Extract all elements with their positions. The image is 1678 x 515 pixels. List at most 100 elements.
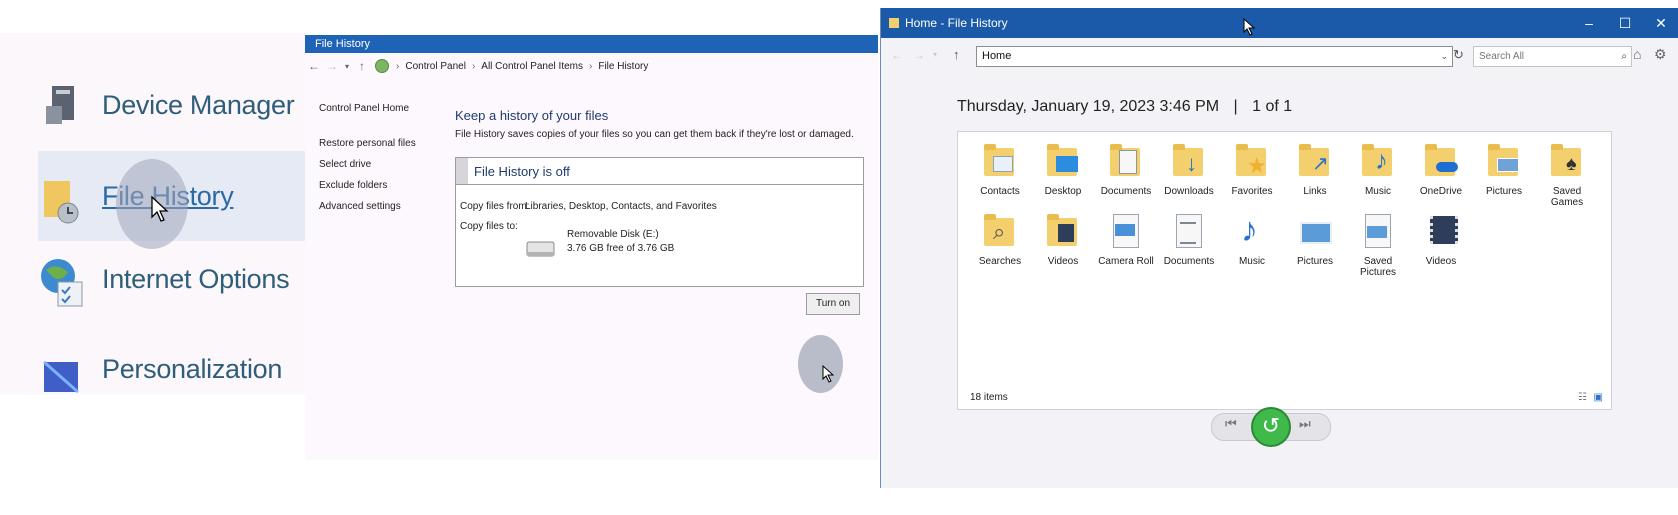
address-field[interactable]: Home ⌄ (976, 46, 1453, 67)
back-arrow-icon[interactable]: ← (305, 59, 323, 73)
select-drive-link[interactable]: Select drive (319, 159, 416, 170)
maximize-icon[interactable]: ☐ (1607, 8, 1643, 38)
restore-button[interactable]: ↺ (1251, 407, 1291, 447)
next-version-icon[interactable]: ⏭ (1299, 416, 1311, 432)
control-panel-zoomed-list: Device Manager File History Internet Opt… (0, 33, 305, 395)
mouse-cursor-icon (1243, 18, 1256, 36)
library-item-documents[interactable]: Documents (1159, 212, 1219, 267)
drive-free-space: 3.76 GB free of 3.76 GB (567, 243, 675, 254)
status-indicator (456, 158, 468, 184)
internet-options-item[interactable]: Internet Options (38, 245, 305, 313)
device-manager-item[interactable]: Device Manager (38, 71, 305, 139)
window-title: File History (315, 38, 371, 50)
home-icon[interactable]: ⌂ (1633, 46, 1641, 62)
item-count: 18 items (970, 392, 1008, 403)
window-title-bar[interactable]: File History (305, 35, 878, 53)
file-history-icon (38, 171, 88, 224)
links-folder-icon: ↗ (1296, 142, 1334, 180)
status-text: File History is off (474, 163, 570, 179)
folder-item-onedrive[interactable]: OneDrive (1411, 142, 1471, 197)
back-arrow-icon[interactable]: ← (891, 48, 903, 62)
refresh-icon[interactable]: ↻ (1453, 47, 1464, 63)
forward-arrow-icon[interactable]: → (913, 48, 925, 62)
library-item-saved-pictures[interactable]: Saved Pictures (1348, 212, 1408, 278)
internet-options-icon (38, 254, 88, 307)
videos-folder-icon (1044, 212, 1082, 250)
personalization-item[interactable]: Personalization (38, 335, 305, 395)
window-title-bar[interactable]: Home - File History – ☐ ✕ (881, 8, 1678, 38)
folder-item-favorites[interactable]: ★ Favorites (1222, 142, 1282, 197)
personalization-icon (38, 344, 88, 394)
downloads-folder-icon: ↓ (1170, 142, 1208, 180)
file-history-item[interactable]: File History (38, 151, 305, 249)
library-item-camera-roll[interactable]: Camera Roll (1096, 212, 1156, 267)
folder-label: Contacts (980, 186, 1020, 197)
breadcrumb-file-history[interactable]: File History (598, 61, 648, 72)
file-history-control-panel-window: File History ← → ▾ ↑ › Control Panel › A… (305, 35, 878, 460)
library-item-music[interactable]: ♪ Music (1222, 212, 1282, 267)
folder-item-contacts[interactable]: Contacts (970, 142, 1030, 197)
minimize-icon[interactable]: – (1571, 8, 1607, 38)
window-title: Home - File History (905, 16, 1008, 30)
left-navigation: Control Panel Home Restore personal file… (319, 103, 416, 222)
up-arrow-icon[interactable]: ↑ (953, 47, 960, 62)
file-history-status-box: File History is off Copy files from: Lib… (455, 157, 864, 287)
search-icon[interactable]: ⌕ (1621, 47, 1627, 66)
mouse-cursor-icon (151, 195, 169, 222)
folder-label: Videos (1425, 256, 1457, 267)
backup-contents-pane: Contacts Desktop Documents ↓ Downloads ★… (957, 131, 1612, 410)
up-arrow-icon[interactable]: ↑ (353, 59, 371, 73)
gear-icon[interactable]: ⚙ (1654, 46, 1667, 63)
music-library-icon: ♪ (1241, 211, 1258, 249)
folder-item-pictures[interactable]: Pictures (1474, 142, 1534, 197)
folder-item-searches[interactable]: ⌕ Searches (970, 212, 1030, 267)
recent-dropdown-icon[interactable]: ▾ (341, 62, 353, 71)
restore-personal-files-link[interactable]: Restore personal files (319, 138, 416, 149)
searches-folder-icon: ⌕ (981, 212, 1019, 250)
close-icon[interactable]: ✕ (1643, 8, 1678, 38)
folder-item-links[interactable]: ↗ Links (1285, 142, 1345, 197)
folder-item-desktop[interactable]: Desktop (1033, 142, 1093, 197)
folder-item-music[interactable]: ♪ Music (1348, 142, 1408, 197)
copy-to-label: Copy files to: (460, 221, 518, 232)
pictures-folder-icon (1485, 142, 1523, 180)
folder-label: Camera Roll (1098, 256, 1154, 267)
copy-from-value: Libraries, Desktop, Contacts, and Favori… (525, 201, 717, 212)
turn-on-button[interactable]: Turn on (806, 293, 860, 315)
folder-label: Downloads (1164, 186, 1214, 197)
library-item-videos[interactable]: Videos (1411, 212, 1471, 267)
previous-version-icon[interactable]: ⏮ (1225, 416, 1237, 432)
large-icons-view-icon[interactable]: ▣ (1594, 392, 1603, 403)
page-description: File History saves copies of your files … (455, 129, 854, 140)
mouse-cursor-icon (822, 365, 835, 383)
folder-label: Saved Games (1550, 186, 1584, 208)
folder-label: Links (1303, 186, 1327, 197)
search-input[interactable]: Search All ⌕ (1473, 46, 1632, 67)
file-history-app-icon (889, 18, 899, 28)
file-history-window: Home - File History – ☐ ✕ ← → ▾ ↑ Home ⌄… (880, 8, 1678, 488)
main-content: Keep a history of your files File Histor… (455, 108, 878, 140)
exclude-folders-link[interactable]: Exclude folders (319, 180, 416, 191)
folder-item-documents[interactable]: Documents (1096, 142, 1156, 197)
folder-label: Desktop (1044, 186, 1082, 197)
control-panel-home-link[interactable]: Control Panel Home (319, 103, 416, 114)
chevron-down-icon[interactable]: ⌄ (1440, 47, 1448, 66)
saved-games-folder-icon: ♠ (1548, 142, 1586, 180)
page-heading: Keep a history of your files (455, 108, 609, 123)
folder-item-downloads[interactable]: ↓ Downloads (1159, 142, 1219, 197)
folder-item-videos[interactable]: Videos (1033, 212, 1093, 267)
drive-name: Removable Disk (E:) (567, 229, 659, 240)
saved-pictures-library-icon (1359, 212, 1397, 250)
address-text: Home (982, 50, 1012, 62)
library-item-pictures[interactable]: Pictures (1285, 212, 1345, 267)
breadcrumb-control-panel[interactable]: Control Panel (405, 61, 466, 72)
recent-dropdown-icon[interactable]: ▾ (933, 50, 937, 59)
advanced-settings-link[interactable]: Advanced settings (319, 201, 416, 212)
details-view-icon[interactable]: ☷ (1578, 392, 1587, 403)
folder-item-saved-games[interactable]: ♠ Saved Games (1537, 142, 1597, 208)
breadcrumb-all-items[interactable]: All Control Panel Items (481, 61, 583, 72)
videos-library-icon (1422, 212, 1460, 250)
backup-date: Thursday, January 19, 2023 3:46 PM (957, 98, 1220, 115)
personalization-label: Personalization (102, 353, 283, 384)
forward-arrow-icon[interactable]: → (323, 59, 341, 73)
